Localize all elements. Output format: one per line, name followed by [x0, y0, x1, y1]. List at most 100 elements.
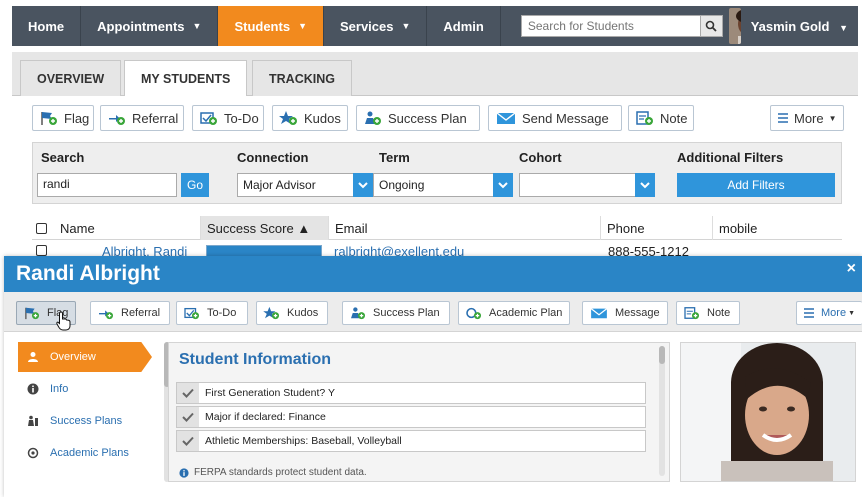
column-email[interactable]: Email — [328, 216, 600, 240]
send-message-button[interactable]: Send Message — [488, 105, 622, 131]
info-icon — [179, 467, 189, 478]
connection-label: Connection — [237, 150, 309, 165]
todo-icon — [199, 110, 219, 126]
star-icon — [263, 306, 281, 320]
modal-body: Overview Info Success Plans Academic Pla… — [4, 332, 862, 497]
connection-select[interactable]: Major Advisor — [237, 173, 373, 197]
filter-panel: Search randi Go Connection Major Advisor… — [32, 142, 842, 204]
chevron-down-icon — [635, 173, 655, 197]
info-row: Athletic Memberships: Baseball, Volleyba… — [176, 430, 646, 452]
referral-icon — [107, 110, 127, 126]
tab-bar: OVERVIEW MY STUDENTS TRACKING — [12, 52, 858, 97]
chevron-down-icon: ▼ — [298, 21, 307, 31]
menu-icon — [777, 112, 789, 124]
student-name-link[interactable]: Albright, Randi — [102, 244, 187, 256]
modal-note-button[interactable]: Note — [676, 301, 740, 325]
student-search — [520, 15, 723, 37]
student-email-link[interactable]: ralbright@exellent.edu — [334, 244, 464, 256]
note-button[interactable]: Note — [628, 105, 694, 131]
modal-todo-button[interactable]: To-Do — [176, 301, 248, 325]
sidebar-item-success-plans[interactable]: Success Plans — [18, 406, 143, 436]
user-menu[interactable]: Yasmin Gold ▼ — [741, 19, 858, 34]
info-row: Major if declared: Finance — [176, 406, 646, 428]
search-icon — [706, 20, 717, 32]
modal-kudos-button[interactable]: Kudos — [256, 301, 328, 325]
referral-button[interactable]: Referral — [100, 105, 184, 131]
nav-appointments[interactable]: Appointments ▼ — [81, 6, 219, 46]
sidebar-item-academic-plans[interactable]: Academic Plans — [18, 438, 143, 468]
action-bar: Flag Referral To-Do Kudos Success Plan S… — [12, 96, 858, 140]
modal-more-button[interactable]: More ▼ — [796, 301, 862, 325]
student-information-panel: Student Information First Generation Stu… — [168, 342, 670, 482]
tab-tracking[interactable]: TRACKING — [252, 60, 352, 96]
column-name[interactable]: Name — [54, 216, 200, 240]
more-button[interactable]: More ▼ — [770, 105, 844, 131]
nav-students[interactable]: Students ▼ — [218, 6, 324, 46]
academic-icon — [26, 447, 40, 459]
modal-title: Randi Albright — [16, 262, 160, 285]
chevron-down-icon: ▼ — [839, 22, 848, 33]
flag-button[interactable]: Flag — [32, 105, 94, 131]
student-table-header: Name Success Score ▲ Email Phone mobile — [32, 216, 842, 240]
close-icon[interactable]: × — [847, 260, 856, 278]
envelope-icon — [589, 306, 609, 320]
modal-message-button[interactable]: Message — [582, 301, 668, 325]
envelope-icon — [495, 110, 517, 126]
kudos-button[interactable]: Kudos — [272, 105, 348, 131]
tab-overview[interactable]: OVERVIEW — [20, 60, 122, 96]
modal-academic-plan-button[interactable]: Academic Plan — [458, 301, 570, 325]
referral-icon — [97, 306, 115, 320]
note-icon — [635, 110, 655, 126]
todo-icon — [183, 306, 201, 320]
user-avatar[interactable] — [728, 8, 741, 44]
sidebar-item-overview[interactable]: Overview — [18, 342, 152, 372]
flag-icon — [23, 306, 41, 320]
nav-admin[interactable]: Admin — [427, 6, 501, 46]
table-row[interactable]: Albright, Randi ralbright@exellent.edu 8… — [32, 240, 842, 256]
column-mobile[interactable]: mobile — [712, 216, 822, 240]
cohort-label: Cohort — [519, 150, 562, 165]
student-information-title: Student Information — [179, 351, 331, 368]
student-phone: 888-555-1212 — [608, 244, 689, 256]
caret-down-icon: ▼ — [828, 113, 837, 123]
row-checkbox[interactable] — [36, 245, 47, 256]
plan-icon — [26, 415, 40, 427]
nav-services[interactable]: Services ▼ — [324, 6, 428, 46]
select-all-checkbox[interactable] — [36, 222, 47, 237]
column-phone[interactable]: Phone — [600, 216, 712, 240]
flag-icon — [39, 110, 59, 126]
term-select[interactable]: Ongoing — [373, 173, 513, 197]
todo-button[interactable]: To-Do — [192, 105, 264, 131]
cohort-select[interactable] — [519, 173, 655, 197]
tab-my-students[interactable]: MY STUDENTS — [124, 60, 248, 97]
student-filter-input[interactable]: randi — [37, 173, 177, 197]
chevron-down-icon: ▼ — [192, 21, 202, 31]
column-success-score[interactable]: Success Score ▲ — [200, 216, 328, 240]
info-scrollbar[interactable] — [659, 346, 665, 476]
checkmark-icon — [177, 407, 199, 427]
profile-sidebar: Overview Info Success Plans Academic Pla… — [14, 342, 170, 482]
star-icon — [279, 110, 299, 126]
student-search-input[interactable] — [520, 15, 701, 37]
info-icon — [26, 383, 40, 395]
hand-cursor-icon — [56, 311, 71, 331]
person-icon — [26, 351, 40, 363]
nav-home[interactable]: Home — [12, 6, 82, 46]
info-row: First Generation Student? Y — [176, 382, 646, 404]
go-button[interactable]: Go — [181, 173, 209, 197]
search-button[interactable] — [700, 15, 723, 37]
top-navigation: Home Appointments ▼ Students ▼ Services ▼ A… — [12, 6, 858, 46]
menu-icon — [803, 307, 815, 319]
sidebar-item-info[interactable]: Info — [18, 374, 143, 404]
student-photo — [680, 342, 856, 482]
modal-success-plan-button[interactable]: Success Plan — [342, 301, 450, 325]
term-label: Term — [379, 150, 410, 165]
add-filters-button[interactable]: Add Filters — [677, 173, 835, 197]
modal-referral-button[interactable]: Referral — [90, 301, 170, 325]
search-label: Search — [41, 150, 85, 165]
ferpa-note: FERPA standards protect student data. — [179, 467, 367, 478]
chevron-down-icon — [493, 173, 513, 197]
modal-action-bar: Flag Referral To-Do Kudos Success Plan A… — [4, 292, 862, 332]
success-plan-button[interactable]: Success Plan — [356, 105, 480, 131]
success-score-bar — [206, 245, 322, 256]
